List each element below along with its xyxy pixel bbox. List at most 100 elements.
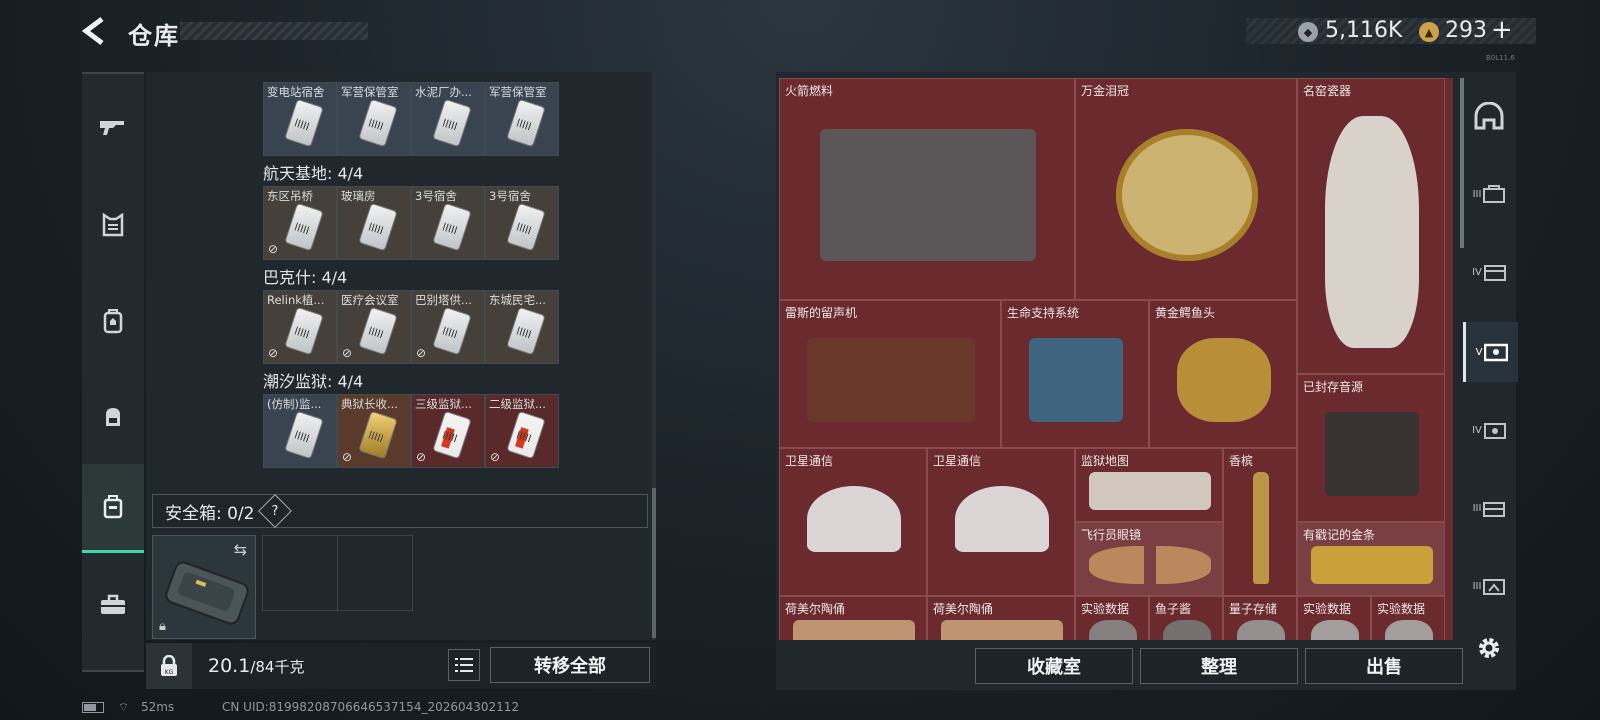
- gold-coin-icon: ▲: [1419, 22, 1439, 42]
- status-bar: ⌔ 52ms CN UID:8199820870664653715​4_2026…: [82, 700, 519, 715]
- stash-item-dish[interactable]: 卫星通信: [927, 448, 1075, 596]
- sort-button[interactable]: 整理: [1140, 648, 1298, 684]
- dish-image: [806, 485, 902, 553]
- key-card-slot[interactable]: 水泥厂办...: [411, 82, 485, 156]
- bottle-image: [1253, 472, 1269, 584]
- stash-item-tape[interactable]: 已封存音源: [1297, 374, 1445, 522]
- collection-room-button[interactable]: 收藏室: [975, 648, 1133, 684]
- stash-item-label: 荷美尔陶俑: [933, 602, 994, 616]
- key-card-label: 水泥厂办...: [415, 85, 472, 99]
- stash-item-data[interactable]: 实验数据: [1371, 596, 1445, 640]
- key-card-slot[interactable]: 巴别塔供... ⊘: [411, 290, 485, 364]
- stash-item-croc[interactable]: 黄金鳄鱼头: [1149, 300, 1297, 448]
- container-slot-iv-icon[interactable]: IV: [1463, 242, 1515, 302]
- key-group-title: 航天基地: 4/4: [263, 164, 364, 183]
- version-label: B0L11.6: [1486, 54, 1515, 62]
- key-card-slot[interactable]: 3号宿舍: [411, 186, 485, 260]
- help-button[interactable]: ?: [257, 494, 292, 528]
- key-card-slot[interactable]: 典狱长收... ⊘: [337, 394, 411, 468]
- weapon-icon[interactable]: [82, 98, 144, 156]
- key-card-slot[interactable]: Relink植... ⊘: [263, 290, 337, 364]
- stash-item-dish[interactable]: 卫星通信: [779, 448, 927, 596]
- stash-item-label: 实验数据: [1377, 602, 1426, 616]
- chest-rig-icon[interactable]: [82, 388, 144, 446]
- key-card-slot[interactable]: 军营保管室: [485, 82, 559, 156]
- svg-text:KG: KG: [165, 669, 174, 676]
- stash-item-crown[interactable]: 万金泪冠: [1075, 78, 1297, 300]
- transfer-all-button[interactable]: 转移全部: [490, 647, 650, 683]
- stash-item-jerrycan[interactable]: 火箭燃料: [779, 78, 1075, 300]
- stash-item-label: 鱼子酱: [1155, 602, 1192, 616]
- keycard-image: [359, 411, 397, 459]
- key-card-label: 变电站宿舍: [267, 85, 325, 99]
- stash-item-statue[interactable]: 荷美尔陶俑: [927, 596, 1075, 640]
- toolbox-icon[interactable]: [82, 576, 144, 634]
- stash-item-caviar[interactable]: 鱼子酱: [1149, 596, 1223, 640]
- stash-item-glasses[interactable]: 飞行员眼镜: [1075, 522, 1223, 596]
- swap-icon[interactable]: ⇆: [234, 540, 247, 559]
- container-slot-v-icon[interactable]: V: [1463, 322, 1518, 382]
- helmet-icon[interactable]: [1463, 86, 1515, 146]
- stash-item-label: 火箭燃料: [785, 84, 834, 98]
- scrollbar[interactable]: [652, 72, 656, 640]
- stash-item-label: 万金泪冠: [1081, 84, 1130, 98]
- armor-icon[interactable]: [82, 196, 144, 254]
- backpack-icon[interactable]: [82, 292, 144, 350]
- back-icon[interactable]: [78, 14, 112, 48]
- no-insure-icon: ⊘: [416, 450, 427, 464]
- key-card-slot[interactable]: 二级监狱... ⊘: [485, 394, 559, 468]
- container-slot-iii-c-icon[interactable]: III: [1463, 556, 1515, 616]
- keycard-image: [285, 99, 323, 147]
- safebox-icon[interactable]: [82, 464, 144, 553]
- keycard-image: [507, 99, 545, 147]
- gramophone-image: [806, 337, 976, 423]
- weight-max: /84千克: [250, 658, 305, 676]
- stash-item-gramophone[interactable]: 雷斯的留声机: [779, 300, 1001, 448]
- keycard-image: [285, 203, 323, 251]
- key-grid: (仿制)监... 典狱长收... ⊘ 三级监狱... ⊘ 二级监狱... ⊘: [263, 394, 559, 468]
- stash-item-gold[interactable]: 有戳记的金条: [1297, 522, 1445, 596]
- key-card-slot[interactable]: 东区吊桥 ⊘: [263, 186, 337, 260]
- no-insure-icon: ⊘: [268, 242, 279, 256]
- settings-gear-icon[interactable]: [1463, 618, 1515, 678]
- stash-item-statue[interactable]: 荷美尔陶俑: [779, 596, 927, 640]
- container-slot-iv-b-icon[interactable]: IV: [1463, 400, 1515, 460]
- sell-button[interactable]: 出售: [1305, 648, 1463, 684]
- key-card-slot[interactable]: 玻璃房: [337, 186, 411, 260]
- keycard-image: [359, 307, 397, 355]
- stash-item-lifesupport[interactable]: 生命支持系统: [1001, 300, 1149, 448]
- key-card-slot[interactable]: 东城民宅...: [485, 290, 559, 364]
- safebox-header: 安全箱: 0/2 ?: [152, 494, 648, 528]
- key-card-slot[interactable]: 3号宿舍: [485, 186, 559, 260]
- safebox-item[interactable]: ⇆ 🔒︎: [152, 535, 256, 639]
- key-card-slot[interactable]: 医疗会议室 ⊘: [337, 290, 411, 364]
- keycard-image: [359, 99, 397, 147]
- stash-item-quantum[interactable]: 量子存储: [1223, 596, 1297, 640]
- add-currency-button[interactable]: +: [1491, 15, 1513, 45]
- key-card-slot[interactable]: 三级监狱... ⊘: [411, 394, 485, 468]
- stash-item-bottle[interactable]: 香槟: [1223, 448, 1297, 596]
- list-view-button[interactable]: [448, 649, 480, 681]
- quantum-image: [1237, 620, 1285, 640]
- stash-item-label: 实验数据: [1081, 602, 1130, 616]
- statue-image: [793, 620, 915, 640]
- no-insure-icon: ⊘: [342, 346, 353, 360]
- container-slot-iii-b-icon[interactable]: III: [1463, 478, 1515, 538]
- keycard-image: [433, 203, 471, 251]
- key-card-slot[interactable]: (仿制)监...: [263, 394, 337, 468]
- stash-item-map[interactable]: 监狱地图: [1075, 448, 1223, 522]
- stash-item-data[interactable]: 实验数据: [1075, 596, 1149, 640]
- stash-item-vase[interactable]: 名窑瓷器: [1297, 78, 1445, 374]
- container-slot-iii-icon[interactable]: III: [1463, 164, 1515, 224]
- right-container-nav: III IV V IV III III: [1463, 72, 1518, 678]
- data-image: [1311, 620, 1359, 640]
- key-card-label: 玻璃房: [341, 189, 376, 203]
- caviar-image: [1163, 620, 1211, 640]
- tape-image: [1324, 411, 1420, 497]
- safebox-empty-slot[interactable]: [262, 535, 413, 611]
- key-card-slot[interactable]: 变电站宿舍: [263, 82, 337, 156]
- key-card-slot[interactable]: 军营保管室: [337, 82, 411, 156]
- stash-item-data[interactable]: 实验数据: [1297, 596, 1371, 640]
- croc-image: [1176, 337, 1272, 423]
- map-image: [1089, 472, 1211, 510]
